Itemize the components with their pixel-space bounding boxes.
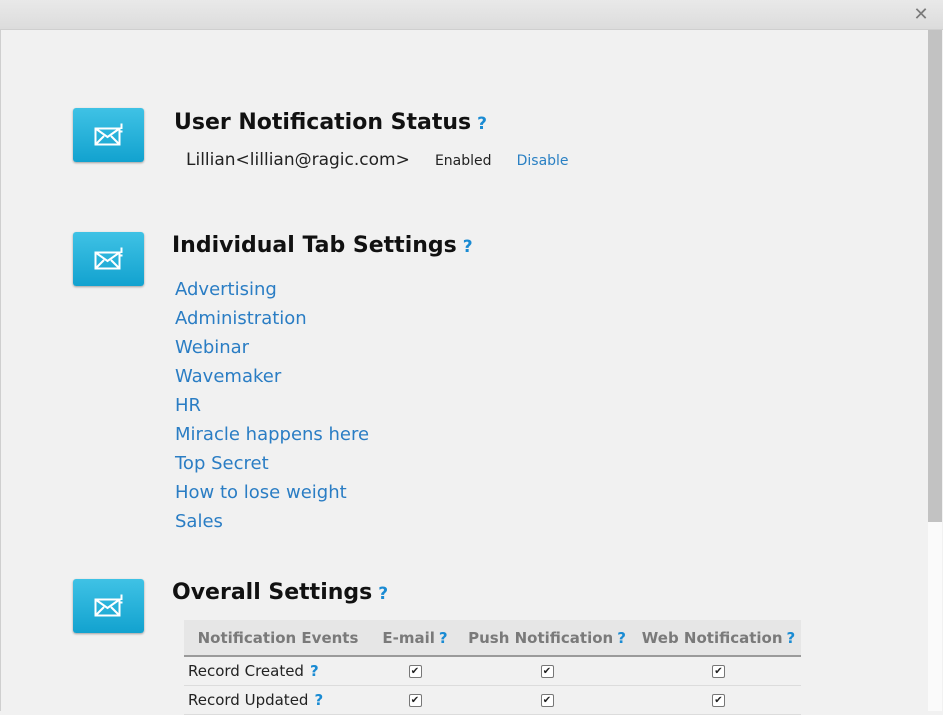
help-icon[interactable]: ? [617, 629, 626, 647]
tab-list: Advertising Administration Webinar Wavem… [175, 277, 369, 538]
mail-alert-icon [73, 108, 144, 162]
dialog-titlebar: ✕ [0, 0, 943, 30]
tab-link-lose-weight[interactable]: How to lose weight [175, 480, 369, 509]
tab-link-miracle[interactable]: Miracle happens here [175, 422, 369, 451]
help-icon[interactable]: ? [378, 584, 388, 604]
web-cell: ✔ [636, 656, 801, 686]
help-icon[interactable]: ? [477, 114, 487, 134]
push-checkbox[interactable]: ✔ [540, 694, 554, 707]
tab-link-wavemaker[interactable]: Wavemaker [175, 364, 369, 393]
user-status-row: Lillian<lillian@ragic.com> Enabled Disab… [186, 150, 569, 170]
scrollbar-thumb[interactable] [928, 30, 942, 522]
column-header-web: Web Notification? [636, 620, 801, 657]
help-icon[interactable]: ? [439, 629, 448, 647]
email-cell: ✔ [372, 685, 458, 715]
web-cell: ✔ [636, 685, 801, 715]
envelope-icon [94, 123, 122, 146]
push-cell: ✔ [458, 685, 636, 715]
column-header-events: Notification Events [184, 620, 372, 657]
email-checkbox[interactable]: ✔ [408, 665, 422, 678]
event-name: Record Updated? [184, 685, 372, 715]
notification-settings-table: Notification Events E-mail? Push Notific… [184, 620, 801, 715]
section-title-text: Individual Tab Settings [172, 233, 457, 258]
email-cell: ✔ [372, 656, 458, 686]
close-icon[interactable]: ✕ [911, 5, 931, 25]
tab-link-top-secret[interactable]: Top Secret [175, 451, 369, 480]
section-title-text: Overall Settings [172, 580, 373, 605]
table-row: Record Updated? ✔ ✔ ✔ [184, 685, 801, 715]
help-icon[interactable]: ? [787, 629, 796, 647]
dialog-left-edge [0, 30, 1, 711]
status-badge: Enabled [434, 153, 492, 169]
mail-alert-icon [73, 579, 144, 633]
mail-alert-icon [73, 232, 144, 286]
tab-link-sales[interactable]: Sales [175, 509, 369, 538]
column-header-push: Push Notification? [458, 620, 636, 657]
event-label: Record Created [188, 662, 304, 680]
section-title-text: User Notification Status [174, 110, 472, 135]
user-email: Lillian<lillian@ragic.com> [186, 150, 410, 170]
column-header-label: Web Notification [641, 628, 783, 647]
help-icon[interactable]: ? [314, 691, 323, 709]
individual-tab-settings-title: Individual Tab Settings? [172, 233, 473, 258]
envelope-icon [94, 594, 122, 617]
overall-settings-title: Overall Settings? [172, 580, 388, 605]
event-label: Record Updated [188, 691, 309, 709]
web-checkbox[interactable]: ✔ [712, 665, 725, 678]
user-notification-status-title: User Notification Status? [174, 110, 487, 135]
tab-link-webinar[interactable]: Webinar [175, 335, 369, 364]
envelope-icon [94, 247, 122, 270]
disable-link[interactable]: Disable [517, 153, 569, 169]
help-icon[interactable]: ? [463, 237, 473, 257]
column-header-label: Push Notification [468, 628, 614, 647]
column-header-label: Notification Events [197, 628, 359, 647]
push-checkbox[interactable]: ✔ [540, 665, 554, 678]
email-checkbox[interactable]: ✔ [408, 694, 422, 707]
scrollbar-track[interactable] [928, 522, 942, 711]
tab-link-administration[interactable]: Administration [175, 306, 369, 335]
push-cell: ✔ [458, 656, 636, 686]
table-header-row: Notification Events E-mail? Push Notific… [184, 620, 801, 657]
tab-link-advertising[interactable]: Advertising [175, 277, 369, 306]
tab-link-hr[interactable]: HR [175, 393, 369, 422]
web-checkbox[interactable]: ✔ [712, 694, 725, 707]
column-header-label: E-mail [382, 628, 435, 647]
event-name: Record Created? [184, 656, 372, 686]
table-row: Record Created? ✔ ✔ ✔ [184, 656, 801, 686]
column-header-email: E-mail? [372, 620, 458, 657]
help-icon[interactable]: ? [310, 662, 319, 680]
